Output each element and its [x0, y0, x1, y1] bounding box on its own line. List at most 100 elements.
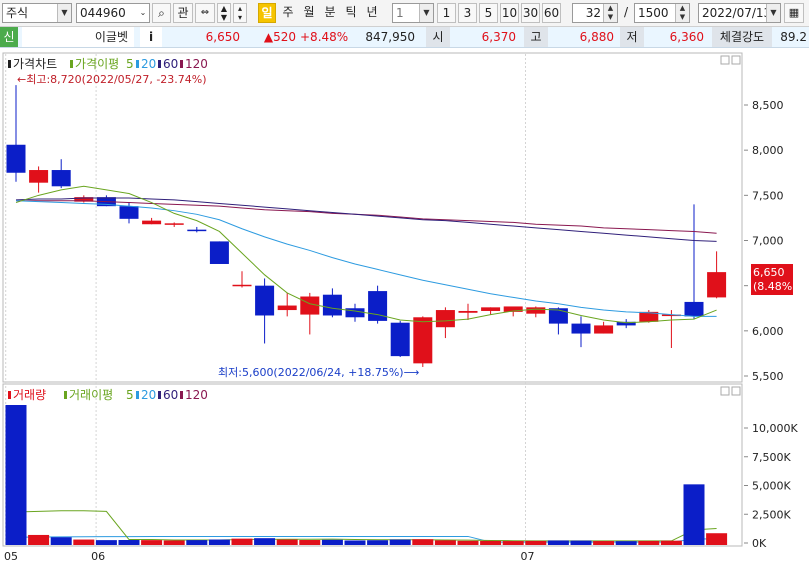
count-value: 32: [585, 6, 601, 20]
volume-bar: [525, 540, 547, 545]
stock-chart[interactable]: 가격차트 가격이평 5 20 60 120 ←최고:8,720(2022/05/…: [0, 48, 809, 565]
open-label: 시: [426, 27, 450, 47]
volume-bar: [95, 540, 117, 545]
open-price: 6,370: [481, 30, 516, 44]
volume-bar: [389, 539, 411, 545]
price-tick-label: 7,500: [752, 189, 784, 202]
link-icon[interactable]: ⇔: [195, 3, 215, 23]
grid-icon[interactable]: ▦: [784, 3, 804, 23]
price-axis: 8,5008,0007,5007,0006,5006,0005,500: [752, 99, 784, 383]
volume-bar: [5, 405, 27, 545]
candle-body: [481, 307, 501, 311]
date-tick-label: 05: [4, 550, 18, 563]
stock-code-input[interactable]: 044960 ⌄: [76, 3, 150, 23]
stepper-icon[interactable]: ▲ ▼: [675, 4, 689, 22]
chevron-down-icon[interactable]: ▼: [57, 4, 71, 22]
legend-price-chart[interactable]: 가격차트: [13, 57, 57, 71]
chevron-down-icon[interactable]: ▼: [419, 4, 433, 22]
stepper-icon[interactable]: ▲ ▼: [217, 3, 231, 23]
pane-maximize-icon[interactable]: [720, 386, 730, 396]
interval-10-button[interactable]: 10: [500, 3, 519, 23]
pane-close-icon[interactable]: [731, 55, 741, 65]
total-count-stepper[interactable]: 1500 ▲ ▼: [634, 3, 690, 23]
pane-close-icon[interactable]: [731, 386, 741, 396]
low-price: 6,360: [669, 30, 704, 44]
candle-body: [390, 322, 410, 357]
legend-swatch: [180, 391, 183, 399]
legend-swatch: [136, 391, 139, 399]
pane-maximize-icon[interactable]: [720, 55, 730, 65]
legend-ma60[interactable]: 60: [163, 57, 178, 71]
legend-vol-ma120[interactable]: 120: [185, 388, 208, 402]
legend-volume[interactable]: 거래량: [13, 388, 46, 402]
legend-ma120[interactable]: 120: [185, 57, 208, 71]
legend-swatch: [64, 391, 67, 399]
interval-60-button[interactable]: 60: [542, 3, 561, 23]
market-select[interactable]: 주식 ▼: [2, 3, 72, 23]
legend-vol-ma5[interactable]: 5: [126, 388, 134, 402]
date-tick-label: 06: [91, 550, 105, 563]
date-picker[interactable]: 2022/07/13 ▼: [698, 3, 781, 23]
candle-body: [51, 170, 71, 187]
legend-volume-ma[interactable]: 거래이평: [69, 388, 113, 402]
chevron-down-icon[interactable]: ⌄: [137, 4, 149, 22]
price-tick-label: 5,500: [752, 370, 784, 383]
interval-select[interactable]: 1 ▼: [392, 3, 434, 23]
interval-5-button[interactable]: 5: [479, 3, 498, 23]
strength-value: 89.2: [780, 30, 807, 44]
search-icon[interactable]: ⌕: [152, 3, 171, 23]
legend-vol-ma20[interactable]: 20: [141, 388, 156, 402]
interval-3-button[interactable]: 3: [458, 3, 477, 23]
volume-bar: [231, 538, 253, 545]
price-change: ▲520: [263, 30, 296, 44]
period-week-button[interactable]: 주: [279, 3, 297, 23]
strength-label: 체결강도: [712, 27, 772, 47]
watch-button[interactable]: 관: [173, 3, 193, 23]
updown-icon[interactable]: ▴ ▾: [233, 3, 247, 23]
candle-body: [458, 310, 478, 313]
interval-30-button[interactable]: 30: [521, 3, 540, 23]
price-pane: [2, 52, 743, 383]
volume-bar: [660, 540, 682, 545]
max-price-note: ←최고:8,720(2022/05/27, -23.74%): [17, 73, 207, 86]
volume-bar: [28, 534, 50, 545]
count-stepper[interactable]: 32 ▲ ▼: [572, 3, 618, 23]
legend-vol-ma60[interactable]: 60: [163, 388, 178, 402]
legend-price-ma[interactable]: 가격이평: [75, 57, 119, 71]
stock-name: 이글벳: [22, 27, 134, 47]
period-year-button[interactable]: 년: [363, 3, 381, 23]
volume-bar: [570, 540, 592, 545]
info-icon[interactable]: i: [140, 27, 162, 47]
candle-body: [322, 294, 342, 316]
volume-bar: [321, 539, 343, 545]
period-tick-button[interactable]: 틱: [342, 3, 360, 23]
stepper-icon[interactable]: ▲ ▼: [603, 4, 617, 22]
total-count-value: 1500: [638, 6, 669, 20]
volume-tick-label: 0K: [752, 537, 767, 550]
volume-bar: [547, 540, 569, 545]
volume-bar: [344, 540, 366, 545]
volume-bar: [186, 540, 208, 545]
candle-body: [277, 305, 297, 311]
candle-body: [526, 307, 546, 314]
volume-bar: [683, 484, 705, 545]
volume-bar: [638, 540, 660, 545]
period-month-button[interactable]: 월: [300, 3, 318, 23]
volume-bar: [276, 539, 298, 545]
volume-bar: [254, 538, 276, 545]
chevron-down-icon[interactable]: ▼: [766, 4, 780, 22]
legend-ma5[interactable]: 5: [126, 57, 134, 71]
current-price: 6,650: [205, 30, 240, 44]
candle-body: [707, 272, 727, 298]
min-price-note: 최저:5,600(2022/06/24, +18.75%)⟶: [218, 366, 420, 379]
period-minute-button[interactable]: 분: [321, 3, 339, 23]
date-axis: 05 06 07: [4, 550, 535, 563]
legend-ma20[interactable]: 20: [141, 57, 156, 71]
volume-tick-label: 10,000K: [752, 422, 798, 435]
interval-1-button[interactable]: 1: [437, 3, 456, 23]
candle-body: [594, 325, 614, 334]
period-day-button[interactable]: 일: [258, 3, 276, 23]
slash-separator: /: [623, 5, 629, 19]
last-price-pct: (8.48%): [753, 280, 797, 293]
candle-body: [435, 310, 455, 328]
